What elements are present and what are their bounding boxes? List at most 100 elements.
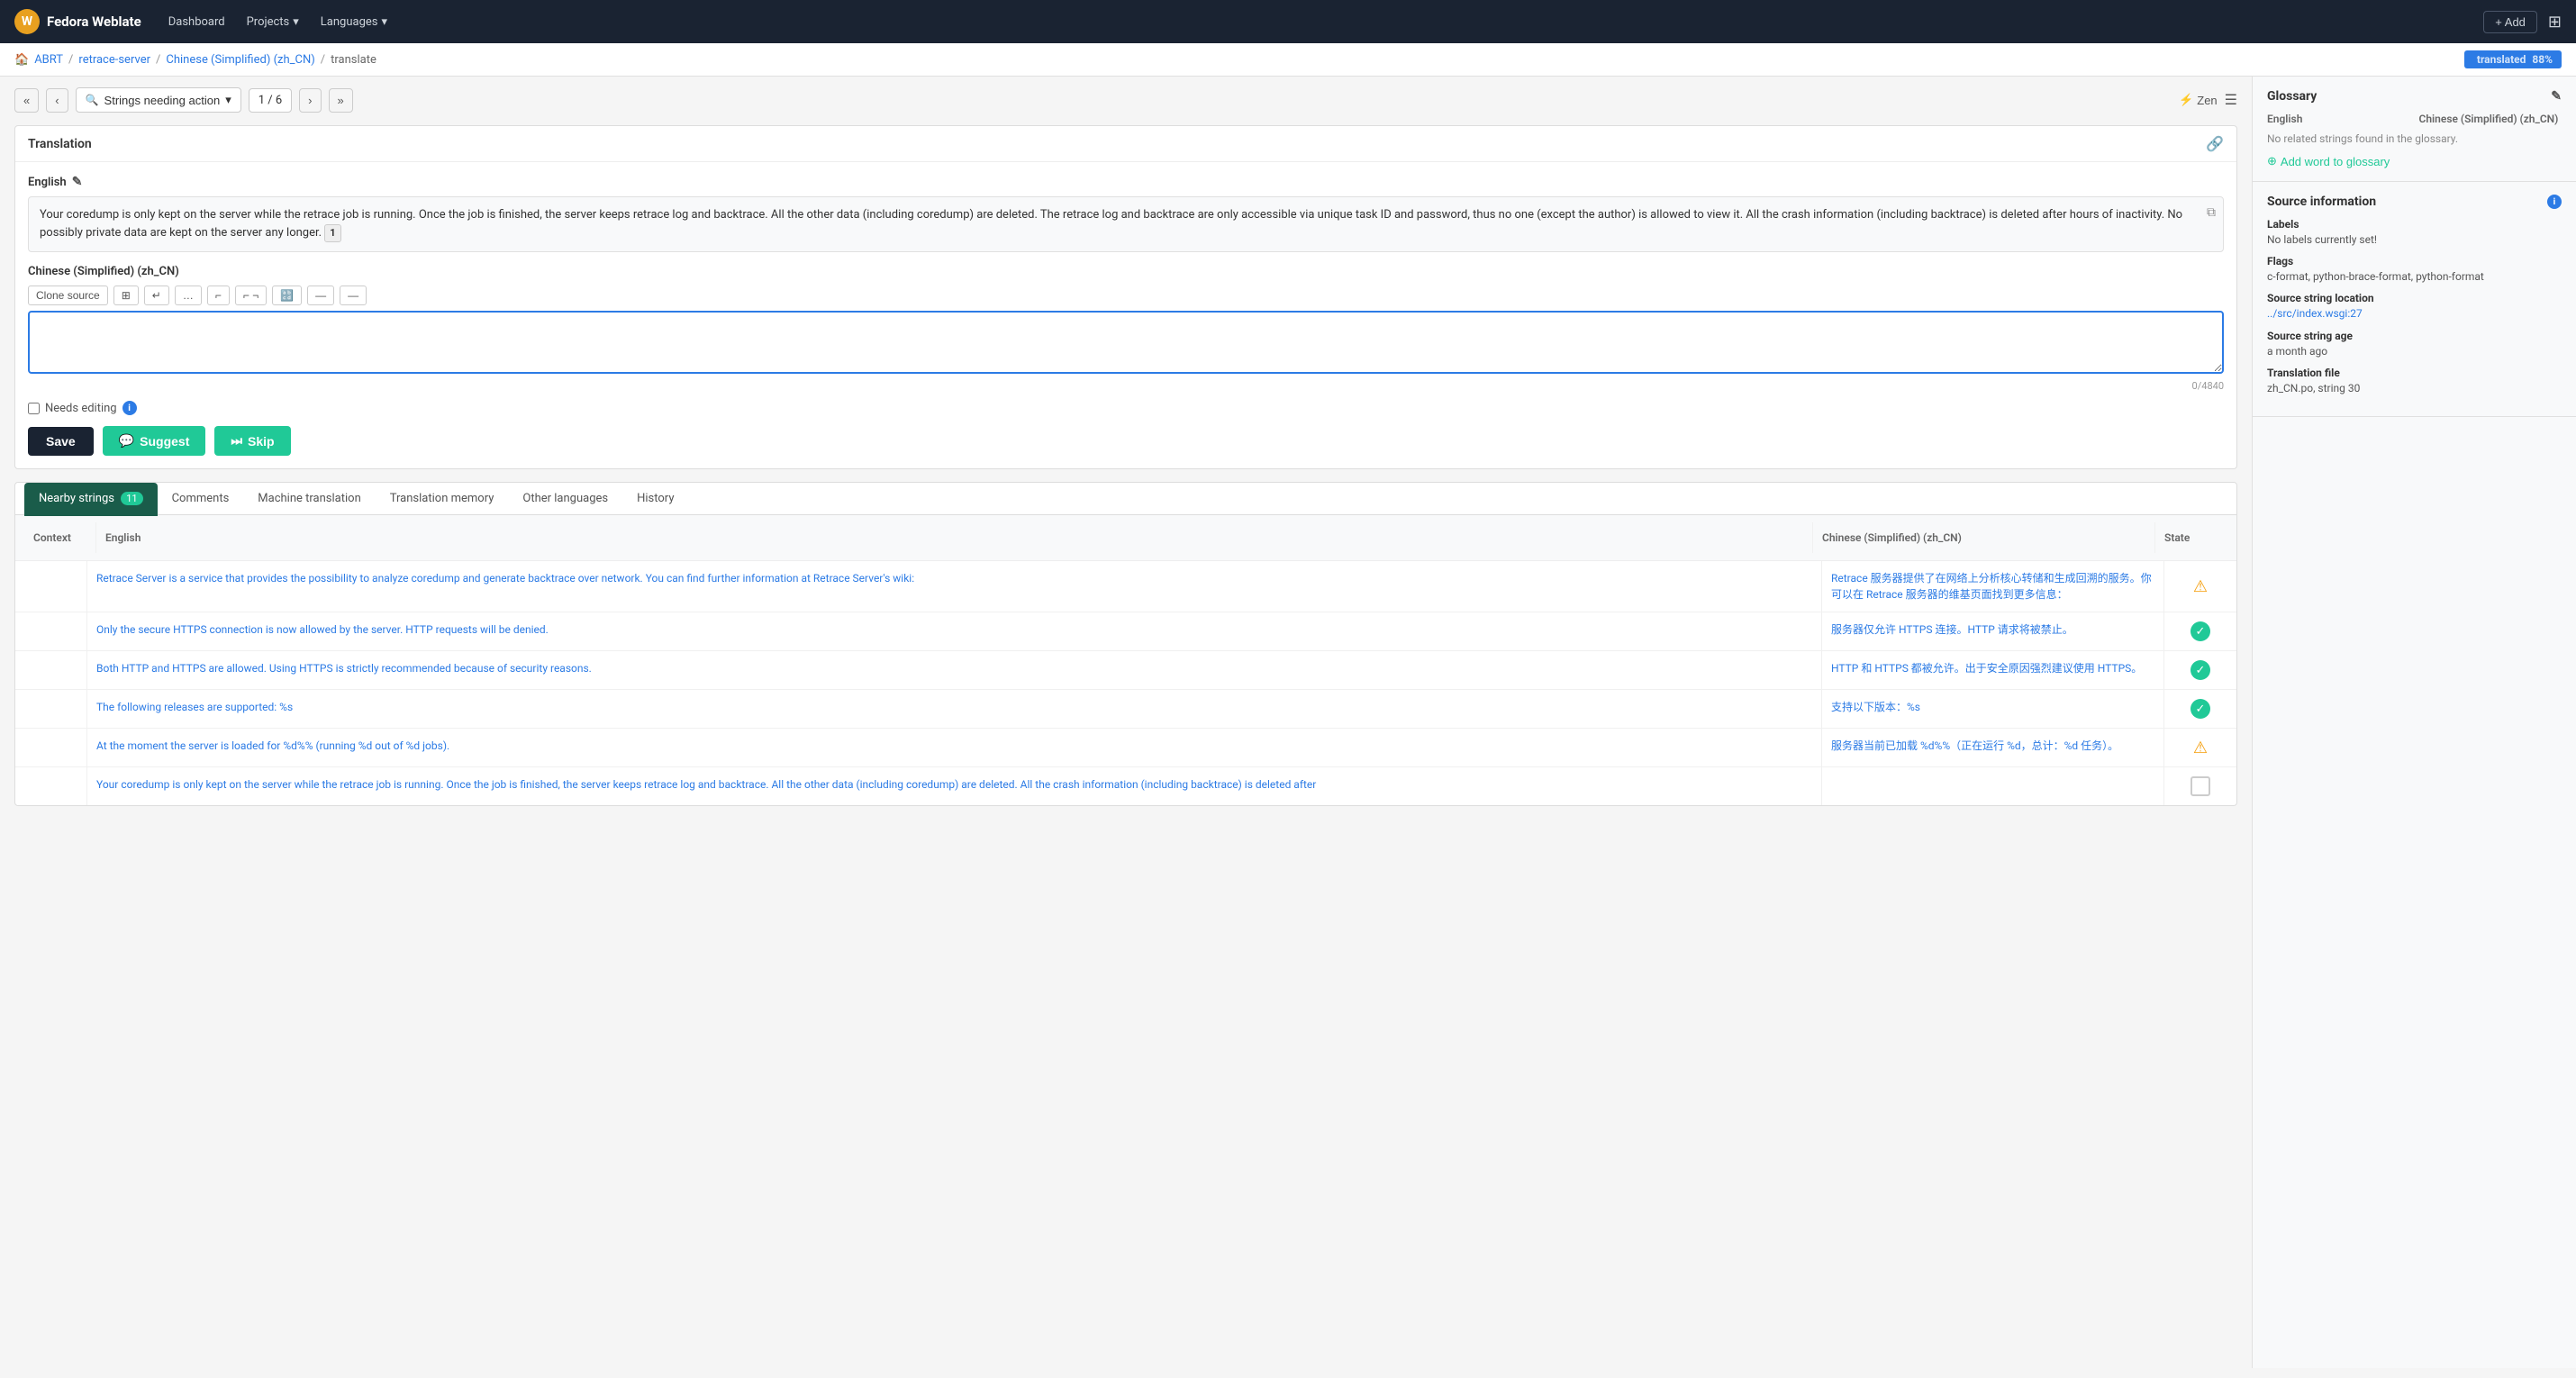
suggest-button[interactable]: 💬 Suggest	[103, 426, 206, 456]
nav-dashboard[interactable]: Dashboard	[159, 12, 234, 32]
tab-machine[interactable]: Machine translation	[243, 483, 375, 516]
format-btn-3[interactable]: …	[175, 286, 202, 305]
copy-source-button[interactable]: ⧉	[2207, 204, 2216, 220]
tab-history[interactable]: History	[622, 483, 688, 516]
cell-english[interactable]: Your coredump is only kept on the server…	[87, 767, 1822, 805]
format-btn-6[interactable]: 🔡	[272, 286, 302, 305]
needs-editing-row: Needs editing i	[28, 401, 2224, 415]
translation-panel-header: Translation 🔗	[15, 126, 2236, 162]
cell-chinese[interactable]: 支持以下版本：%s	[1822, 690, 2164, 728]
table-row[interactable]: Your coredump is only kept on the server…	[15, 767, 2236, 805]
cell-english[interactable]: Only the secure HTTPS connection is now …	[87, 612, 1822, 650]
cell-chinese[interactable]	[1822, 767, 2164, 805]
tab-nearby[interactable]: Nearby strings 11	[24, 483, 158, 516]
state-warn-icon: ⚠	[2191, 576, 2210, 596]
format-btn-4[interactable]: ⌐	[207, 286, 230, 305]
state-warn-icon: ⚠	[2191, 738, 2210, 757]
brand-name: Fedora Weblate	[47, 14, 141, 30]
needs-editing-checkbox[interactable]	[28, 403, 40, 414]
format-btn-2[interactable]: ↵	[144, 286, 169, 305]
brand-logo: W	[14, 9, 40, 34]
first-string-button[interactable]: «	[14, 88, 39, 113]
translation-panel: Translation 🔗 English ✎ Your coredump is…	[14, 125, 2237, 469]
cell-chinese[interactable]: 服务器仅允许 HTTPS 连接。HTTP 请求将被禁止。	[1822, 612, 2164, 650]
breadcrumb-icon: 🏠	[14, 53, 29, 67]
plus-icon: ⊕	[2267, 154, 2277, 168]
cell-english[interactable]: Both HTTP and HTTPS are allowed. Using H…	[87, 651, 1822, 689]
table-row[interactable]: At the moment the server is loaded for %…	[15, 729, 2236, 767]
info-icon[interactable]: i	[122, 401, 137, 415]
breadcrumb-retrace[interactable]: retrace-server	[78, 53, 150, 67]
glossary-columns: English Chinese (Simplified) (zh_CN)	[2267, 113, 2562, 125]
clone-source-button[interactable]: Clone source	[28, 286, 108, 305]
last-string-button[interactable]: »	[329, 88, 353, 113]
cell-context	[15, 729, 87, 766]
glossary-edit-icon[interactable]: ✎	[2551, 89, 2562, 104]
nav-projects[interactable]: Projects ▾	[238, 12, 308, 32]
format-btn-7[interactable]: —	[307, 286, 334, 305]
nav-languages[interactable]: Languages ▾	[312, 12, 396, 32]
cell-chinese[interactable]: Retrace 服务器提供了在网络上分析核心转储和生成回溯的服务。你可以在 Re…	[1822, 561, 2164, 612]
save-button[interactable]: Save	[28, 427, 94, 456]
translation-input[interactable]	[28, 311, 2224, 374]
breadcrumb: 🏠 ABRT / retrace-server / Chinese (Simpl…	[14, 53, 376, 67]
tab-memory[interactable]: Translation memory	[376, 483, 509, 516]
age-value: a month ago	[2267, 345, 2562, 358]
cell-context	[15, 561, 87, 612]
cell-state	[2164, 767, 2236, 805]
skip-button[interactable]: ⏭ Skip	[214, 426, 290, 456]
header-context: Context	[24, 522, 96, 553]
table-row[interactable]: Both HTTP and HTTPS are allowed. Using H…	[15, 651, 2236, 690]
navbar: W Fedora Weblate Dashboard Projects ▾ La…	[0, 0, 2576, 43]
tab-comments[interactable]: Comments	[158, 483, 244, 516]
format-btn-8[interactable]: —	[340, 286, 367, 305]
file-row: Translation file zh_CN.po, string 30	[2267, 367, 2562, 394]
cell-state: ✓	[2164, 690, 2236, 728]
cell-context	[15, 651, 87, 689]
breadcrumb-lang[interactable]: Chinese (Simplified) (zh_CN)	[166, 53, 314, 67]
plural-marker: 1	[324, 224, 340, 243]
chinese-label: Chinese (Simplified) (zh_CN)	[28, 265, 2224, 278]
cell-english[interactable]: Retrace Server is a service that provide…	[87, 561, 1822, 612]
location-value[interactable]: ../src/index.wsgi:27	[2267, 307, 2363, 320]
format-btn-5[interactable]: ⌐ ¬	[235, 286, 267, 305]
needs-editing-label: Needs editing	[45, 402, 117, 415]
state-ok-icon: ✓	[2191, 621, 2210, 641]
link-icon[interactable]: 🔗	[2206, 135, 2224, 152]
table-row[interactable]: Retrace Server is a service that provide…	[15, 561, 2236, 612]
cell-state: ⚠	[2164, 729, 2236, 766]
prev-string-button[interactable]: ‹	[46, 88, 68, 113]
navbar-links: Dashboard Projects ▾ Languages ▾	[159, 12, 396, 32]
add-button[interactable]: + Add	[2483, 11, 2537, 33]
grid-icon[interactable]: ⊞	[2548, 13, 2562, 32]
glossary-title: Glossary ✎	[2267, 89, 2562, 104]
zen-button[interactable]: ⚡ Zen	[2179, 93, 2218, 107]
location-row: Source string location ../src/index.wsgi…	[2267, 292, 2562, 321]
cell-chinese[interactable]: HTTP 和 HTTPS 都被允许。出于安全原因强烈建议使用 HTTPS。	[1822, 651, 2164, 689]
table-row[interactable]: Only the secure HTTPS connection is now …	[15, 612, 2236, 651]
table-row[interactable]: The following releases are supported: %s…	[15, 690, 2236, 729]
header-chinese: Chinese (Simplified) (zh_CN)	[1813, 522, 2155, 553]
char-count: 0/4840	[28, 380, 2224, 392]
translation-panel-body: English ✎ Your coredump is only kept on …	[15, 162, 2236, 468]
add-glossary-button[interactable]: ⊕ Add word to glossary	[2267, 154, 2390, 168]
next-string-button[interactable]: ›	[299, 88, 321, 113]
edit-icon[interactable]: ✎	[72, 175, 83, 189]
state-empty-icon	[2191, 776, 2210, 796]
tab-other[interactable]: Other languages	[508, 483, 622, 516]
breadcrumb-abrt[interactable]: ABRT	[34, 53, 63, 67]
age-label: Source string age	[2267, 330, 2562, 342]
zen-icon: ⚡	[2179, 93, 2193, 107]
layout-button[interactable]: ☰	[2225, 91, 2237, 109]
strings-filter-button[interactable]: 🔍 Strings needing action ▾	[76, 87, 241, 113]
cell-english[interactable]: At the moment the server is loaded for %…	[87, 729, 1822, 766]
source-info-icon[interactable]: i	[2547, 195, 2562, 209]
cell-chinese[interactable]: 服务器当前已加载 %d%%（正在运行 %d，总计：%d 任务）。	[1822, 729, 2164, 766]
translation-panel-title: Translation	[28, 137, 92, 151]
cell-english[interactable]: The following releases are supported: %s	[87, 690, 1822, 728]
cell-context	[15, 767, 87, 805]
format-btn-1[interactable]: ⊞	[113, 286, 139, 305]
file-value: zh_CN.po, string 30	[2267, 382, 2562, 394]
flags-row: Flags c-format, python-brace-format, pyt…	[2267, 255, 2562, 283]
sidebar: Glossary ✎ English Chinese (Simplified) …	[2252, 77, 2576, 1368]
